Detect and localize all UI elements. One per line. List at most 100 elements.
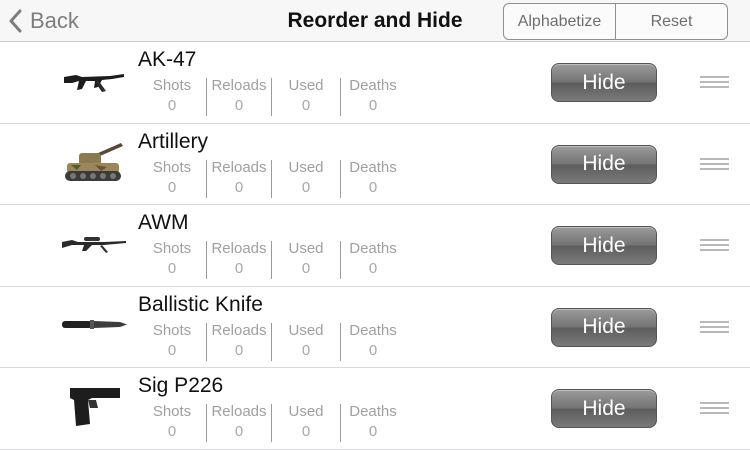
stat-value: 0 [234,178,244,196]
weapon-thumbnail [58,301,130,353]
hide-button[interactable]: Hide [551,389,657,429]
stat-deaths: Deaths 0 [341,239,405,281]
stat-value: 0 [301,178,311,196]
stat-deaths: Deaths 0 [341,402,405,444]
stat-label: Used [288,77,324,94]
stat-shots: Shots 0 [138,76,206,118]
stat-label: Deaths [349,321,397,339]
stat-label: Used [288,158,324,176]
stat-value: 0 [234,423,244,441]
stat-value: 0 [234,341,244,359]
weapon-name: AK-47 [138,48,197,71]
stat-used: Used 0 [272,158,340,200]
stat-label: Used [288,403,324,421]
reorder-handle-icon[interactable] [700,76,729,90]
stat-value: 0 [301,97,311,114]
reorder-handle-icon[interactable] [700,239,729,253]
stat-label: Reloads [211,158,267,176]
stat-reloads: Reloads 0 [207,76,271,118]
sort-segmented-control: Alphabetize Reset [503,3,728,40]
hide-button[interactable]: Hide [551,63,657,102]
stat-shots: Shots 0 [138,158,206,200]
stat-shots: Shots 0 [138,239,206,281]
stat-label: Deaths [349,77,397,94]
weapon-name: AWM [138,211,189,235]
weapon-stats: Shots 0 Reloads 0 Used 0 Deaths 0 [138,76,405,118]
stat-used: Used 0 [272,321,340,363]
stat-label: Shots [152,77,192,94]
stat-value: 0 [167,423,177,441]
weapon-stats: Shots 0 Reloads 0 Used 0 Deaths 0 [138,321,405,363]
weapon-thumbnail [58,56,130,108]
back-button[interactable]: Back [8,0,79,42]
back-label: Back [30,8,79,33]
alphabetize-button[interactable]: Alphabetize [504,4,615,39]
sniper-rifle-icon [60,232,128,259]
stat-value: 0 [234,97,244,114]
stat-value: 0 [301,341,311,359]
weapon-stats: Shots 0 Reloads 0 Used 0 Deaths 0 [138,402,405,444]
stat-value: 0 [368,423,378,441]
weapon-stats: Shots 0 Reloads 0 Used 0 Deaths 0 [138,239,405,281]
weapon-thumbnail [58,138,130,190]
stat-value: 0 [368,260,378,278]
hide-button[interactable]: Hide [551,144,657,184]
stat-label: Deaths [349,403,397,421]
stat-label: Shots [152,403,192,421]
hide-button[interactable]: Hide [551,307,657,347]
weapon-row: Artillery Shots 0 Reloads 0 Used 0 Deaths 0 Hid… [0,124,750,206]
stat-reloads: Reloads 0 [207,321,271,363]
weapon-row: AWM Shots 0 Reloads 0 Used 0 Deaths 0 Hide [0,205,750,287]
stat-value: 0 [234,260,244,278]
stat-used: Used 0 [272,76,340,118]
stat-value: 0 [368,178,378,196]
stat-used: Used 0 [272,239,340,281]
reorder-handle-icon[interactable] [700,157,729,172]
weapon-row: Ballistic Knife Shots 0 Reloads 0 Used 0 Death… [0,287,750,369]
weapon-list: AK-47 Shots 0 Reloads 0 Used 0 Deaths 0 Hide Ar… [0,42,750,450]
stat-shots: Shots 0 [138,402,206,444]
weapon-row: Sig P226 Shots 0 Reloads 0 Used 0 Deaths 0 Hide [0,368,750,450]
stat-deaths: Deaths 0 [341,158,405,200]
stat-label: Reloads [211,240,267,258]
chevron-left-icon [9,9,22,33]
weapon-name: Sig P226 [138,374,224,398]
stat-label: Shots [152,240,192,258]
reorder-handle-icon[interactable] [700,320,729,335]
weapon-stats: Shots 0 Reloads 0 Used 0 Deaths 0 [138,158,405,200]
stat-label: Reloads [211,403,267,421]
weapon-name: Artillery [138,129,209,153]
stat-reloads: Reloads 0 [207,158,271,200]
reorder-handle-icon[interactable] [700,402,729,416]
stat-deaths: Deaths 0 [341,76,405,118]
stat-value: 0 [167,341,177,359]
stat-shots: Shots 0 [138,321,206,363]
stat-label: Used [288,321,324,339]
hide-button[interactable]: Hide [551,226,657,266]
stat-value: 0 [167,97,177,114]
stat-reloads: Reloads 0 [207,402,271,444]
stat-label: Reloads [211,321,267,339]
stat-value: 0 [301,423,311,441]
pistol-icon [66,384,122,433]
rifle-icon [62,65,126,100]
weapon-thumbnail [58,382,130,434]
stat-label: Used [288,240,324,258]
stat-used: Used 0 [272,402,340,444]
stat-value: 0 [301,260,311,278]
knife-icon [60,317,128,336]
stat-label: Deaths [349,158,397,176]
stat-value: 0 [368,97,378,114]
weapon-row: AK-47 Shots 0 Reloads 0 Used 0 Deaths 0 Hide [0,42,750,124]
stat-value: 0 [368,341,378,359]
navigation-bar: Back Reorder and Hide Alphabetize Reset [0,0,750,42]
stat-deaths: Deaths 0 [341,321,405,363]
stat-value: 0 [167,260,177,278]
stat-reloads: Reloads 0 [207,239,271,281]
reset-button[interactable]: Reset [615,4,727,39]
stat-value: 0 [167,178,177,196]
weapon-name: Ballistic Knife [138,292,263,316]
stat-label: Shots [152,321,192,339]
stat-label: Deaths [349,240,397,258]
stat-label: Reloads [211,77,267,94]
